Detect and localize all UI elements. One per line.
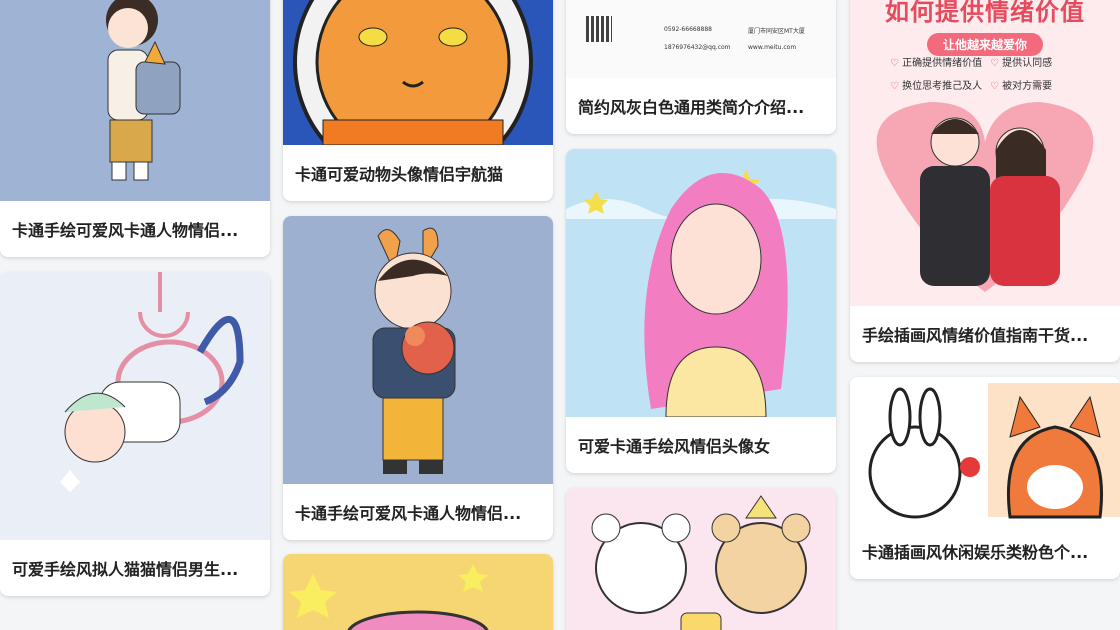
template-card[interactable]: 可爱手绘风拟人猫猫情侣男生... (0, 272, 270, 596)
phone-text: 0592-66668888 (664, 26, 712, 33)
template-card[interactable]: 卡通手绘可爱风卡通人物情侣... (283, 216, 553, 540)
template-card[interactable]: 卡通插画风休闲娱乐类粉色个... (850, 377, 1120, 579)
template-card[interactable]: 如何提供情绪价值 让他越来越爱你 正确提供情绪价值 提供认同感 换位思考推己及人… (850, 0, 1120, 362)
poster-header: 如何提供情绪价值 让他越来越爱你 (850, 0, 1120, 56)
qr-code-icon (586, 16, 612, 42)
address-text: 厦门市同安区MT大厦 (748, 28, 805, 35)
poster-subtitle: 让他越来越爱你 (926, 33, 1043, 56)
poster-tip-list: 正确提供情绪价值 提供认同感 换位思考推己及人 被对方需要 (890, 54, 1090, 92)
business-card-preview: 0592-66668888 厦门市同安区MT大厦 1876976432@qq.c… (566, 0, 836, 78)
card-title-text: 卡通插画风休闲娱乐类粉色个... (862, 543, 1089, 562)
card-thumbnail[interactable] (0, 272, 270, 540)
email-text: 1876976432@qq.com (664, 44, 731, 51)
card-title-text: 可爱手绘风拟人猫猫情侣男生... (12, 560, 239, 579)
card-thumbnail[interactable] (0, 0, 270, 201)
website-text: www.meitu.com (748, 44, 797, 51)
template-card[interactable]: 卡通手绘可爱风卡通人物情侣... (0, 0, 270, 257)
card-title[interactable]: 卡通手绘可爱风卡通人物情侣... (0, 201, 270, 257)
poster-title: 如何提供情绪价值 (885, 0, 1085, 26)
card-thumbnail[interactable] (566, 149, 836, 417)
template-card[interactable]: 卡通可爱动物头像情侣宇航猫 (283, 0, 553, 201)
card-title-text: 卡通手绘可爱风卡通人物情侣... (12, 221, 239, 240)
card-title[interactable]: 简约风灰白色通用类简介介绍... (566, 78, 836, 134)
card-title[interactable]: 卡通可爱动物头像情侣宇航猫 (283, 145, 553, 201)
template-card[interactable] (283, 554, 553, 630)
template-card[interactable] (566, 488, 836, 630)
card-thumbnail[interactable] (283, 0, 553, 145)
card-title[interactable]: 手绘插画风情绪价值指南干货... (850, 306, 1120, 362)
poster-tip: 被对方需要 (990, 77, 1090, 92)
template-card[interactable]: 可爱卡通手绘风情侣头像女 (566, 149, 836, 473)
card-title-text: 卡通可爱动物头像情侣宇航猫 (295, 165, 504, 184)
poster-tip: 提供认同感 (990, 54, 1090, 69)
card-title-text: 可爱卡通手绘风情侣头像女 (578, 437, 771, 456)
card-thumbnail[interactable] (283, 554, 553, 630)
card-title[interactable]: 可爱手绘风拟人猫猫情侣男生... (0, 540, 270, 596)
card-title[interactable]: 可爱卡通手绘风情侣头像女 (566, 417, 836, 473)
card-title-text: 卡通手绘可爱风卡通人物情侣... (295, 504, 522, 523)
card-thumbnail[interactable] (566, 488, 836, 630)
card-thumbnail[interactable]: 0592-66668888 厦门市同安区MT大厦 1876976432@qq.c… (566, 0, 836, 78)
card-thumbnail[interactable] (283, 216, 553, 484)
card-title[interactable]: 卡通插画风休闲娱乐类粉色个... (850, 523, 1120, 579)
card-thumbnail[interactable] (850, 377, 1120, 523)
template-card[interactable]: 0592-66668888 厦门市同安区MT大厦 1876976432@qq.c… (566, 0, 836, 134)
poster-tip: 换位思考推己及人 (890, 77, 990, 92)
card-thumbnail[interactable]: 如何提供情绪价值 让他越来越爱你 正确提供情绪价值 提供认同感 换位思考推己及人… (850, 0, 1120, 306)
card-title[interactable]: 卡通手绘可爱风卡通人物情侣... (283, 484, 553, 540)
poster-tip: 正确提供情绪价值 (890, 54, 990, 69)
card-title-text: 简约风灰白色通用类简介介绍... (578, 98, 805, 117)
card-title-text: 手绘插画风情绪价值指南干货... (862, 326, 1089, 345)
